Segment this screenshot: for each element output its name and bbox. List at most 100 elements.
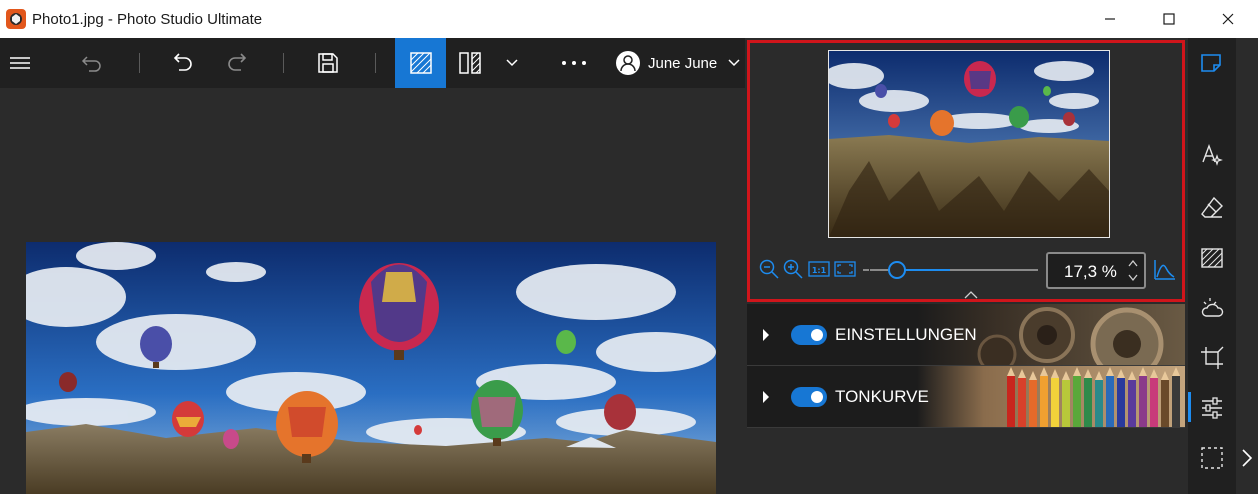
- tool-sidebar: [1188, 38, 1236, 494]
- edit-tool-button[interactable]: [1200, 51, 1224, 75]
- pencil-shape: [1172, 376, 1180, 427]
- toolbar-divider: [139, 53, 140, 73]
- fit-screen-icon: [834, 261, 856, 277]
- pencil-shape: [1139, 376, 1147, 427]
- minimize-icon: [1105, 18, 1115, 20]
- redo-button[interactable]: [216, 38, 256, 88]
- user-name: June June: [648, 54, 718, 72]
- revert-button[interactable]: [72, 38, 112, 88]
- menu-icon: [10, 57, 30, 69]
- chevron-down-icon: [506, 59, 518, 67]
- zoom-slider-handle[interactable]: [887, 261, 906, 279]
- slider-minus-mark: [863, 269, 869, 271]
- hot-air-balloons-photo: [26, 242, 716, 494]
- pencil-shape: [1018, 378, 1026, 427]
- spin-down-icon[interactable]: [1128, 273, 1138, 283]
- section-label: TONKURVE: [835, 387, 929, 406]
- redo-icon: [228, 53, 247, 71]
- selection-icon: [1201, 447, 1223, 469]
- pencil-shape: [1051, 378, 1059, 427]
- fit-screen-button[interactable]: [834, 258, 856, 280]
- save-icon: [318, 53, 338, 73]
- adjustments-icon: [1202, 397, 1222, 419]
- adjustments-tool-button[interactable]: [1200, 396, 1224, 420]
- toolbar: June June: [0, 38, 745, 88]
- edit-icon: [1201, 54, 1221, 72]
- close-icon: [1222, 13, 1234, 25]
- save-button[interactable]: [308, 38, 348, 88]
- effects-tool-button[interactable]: [1200, 144, 1224, 168]
- selection-tool-button[interactable]: [1200, 446, 1224, 470]
- expand-arrow-icon[interactable]: [761, 328, 771, 342]
- single-view-icon: [409, 52, 432, 74]
- eraser-icon: [1201, 196, 1223, 218]
- section-tonkurve[interactable]: TONKURVE: [747, 366, 1185, 428]
- maximize-icon: [1163, 13, 1175, 25]
- minimize-button[interactable]: [1080, 0, 1140, 38]
- zoom-percentage-field[interactable]: 17,3 %: [1046, 252, 1146, 289]
- pencil-shape: [1073, 376, 1081, 427]
- navigator-thumbnail[interactable]: [828, 50, 1110, 238]
- frames-icon: [1201, 248, 1223, 268]
- more-icon: [562, 61, 586, 65]
- actual-size-button[interactable]: 1:1: [808, 258, 830, 280]
- tonkurve-toggle[interactable]: [791, 387, 827, 407]
- view-mode-dropdown[interactable]: [498, 38, 526, 88]
- app-logo-icon: [6, 9, 26, 29]
- pencil-shape: [1150, 378, 1158, 427]
- pencil-shape: [1084, 378, 1092, 427]
- panel-edge: [1236, 38, 1258, 494]
- actual-size-label: 1:1: [812, 266, 827, 275]
- crop-icon: [1201, 346, 1224, 369]
- zoom-in-button[interactable]: [782, 258, 804, 280]
- menu-button[interactable]: [0, 38, 40, 88]
- expand-arrow-icon[interactable]: [761, 390, 771, 404]
- pencil-shape: [1106, 376, 1114, 427]
- pencil-shape: [1095, 380, 1103, 427]
- pencils-banner-image: [917, 366, 1185, 427]
- weather-tool-button[interactable]: [1200, 296, 1224, 320]
- histogram-icon[interactable]: [1154, 258, 1176, 280]
- more-button[interactable]: [554, 38, 594, 88]
- zoom-slider[interactable]: [870, 261, 1038, 279]
- user-avatar-icon: [616, 51, 640, 75]
- zoom-out-button[interactable]: [758, 258, 780, 280]
- user-account-button[interactable]: June June: [616, 38, 744, 88]
- pencil-shape: [1007, 376, 1015, 427]
- window-title: Photo1.jpg - Photo Studio Ultimate: [32, 10, 263, 28]
- collapse-navigator-icon[interactable]: [963, 290, 979, 300]
- revert-icon: [81, 56, 101, 72]
- image-canvas[interactable]: [0, 88, 745, 494]
- split-view-button[interactable]: [450, 38, 490, 88]
- zoom-out-icon: [759, 259, 779, 279]
- title-bar: Photo1.jpg - Photo Studio Ultimate: [0, 0, 1258, 38]
- thumbnail-photo: [829, 51, 1109, 237]
- chevron-right-icon[interactable]: [1241, 448, 1253, 468]
- photo-preview[interactable]: [26, 242, 716, 494]
- einstellungen-toggle[interactable]: [791, 325, 827, 345]
- maximize-button[interactable]: [1139, 0, 1199, 38]
- toolbar-divider: [375, 53, 376, 73]
- active-tool-indicator: [1188, 392, 1191, 422]
- pencil-shape: [1029, 380, 1037, 427]
- zoom-controls: 1:1 17,3 %: [750, 250, 1182, 290]
- effects-icon: [1202, 144, 1223, 166]
- single-view-button[interactable]: [395, 38, 446, 88]
- eraser-tool-button[interactable]: [1200, 196, 1224, 220]
- section-einstellungen[interactable]: EINSTELLUNGEN: [747, 304, 1185, 366]
- pencil-shape: [1117, 378, 1125, 427]
- pencil-shape: [1128, 380, 1136, 427]
- crop-tool-button[interactable]: [1200, 346, 1224, 370]
- weather-icon: [1201, 298, 1224, 317]
- split-view-icon: [459, 52, 481, 74]
- undo-button[interactable]: [164, 38, 204, 88]
- pencil-shape: [1062, 380, 1070, 427]
- zoom-value: 17,3 %: [1064, 262, 1117, 281]
- close-button[interactable]: [1198, 0, 1258, 38]
- undo-icon: [173, 53, 192, 71]
- section-label: EINSTELLUNGEN: [835, 325, 977, 344]
- frames-tool-button[interactable]: [1200, 246, 1224, 270]
- toggle-knob: [811, 329, 823, 341]
- pencil-shape: [1040, 376, 1048, 427]
- spin-up-icon[interactable]: [1128, 258, 1138, 268]
